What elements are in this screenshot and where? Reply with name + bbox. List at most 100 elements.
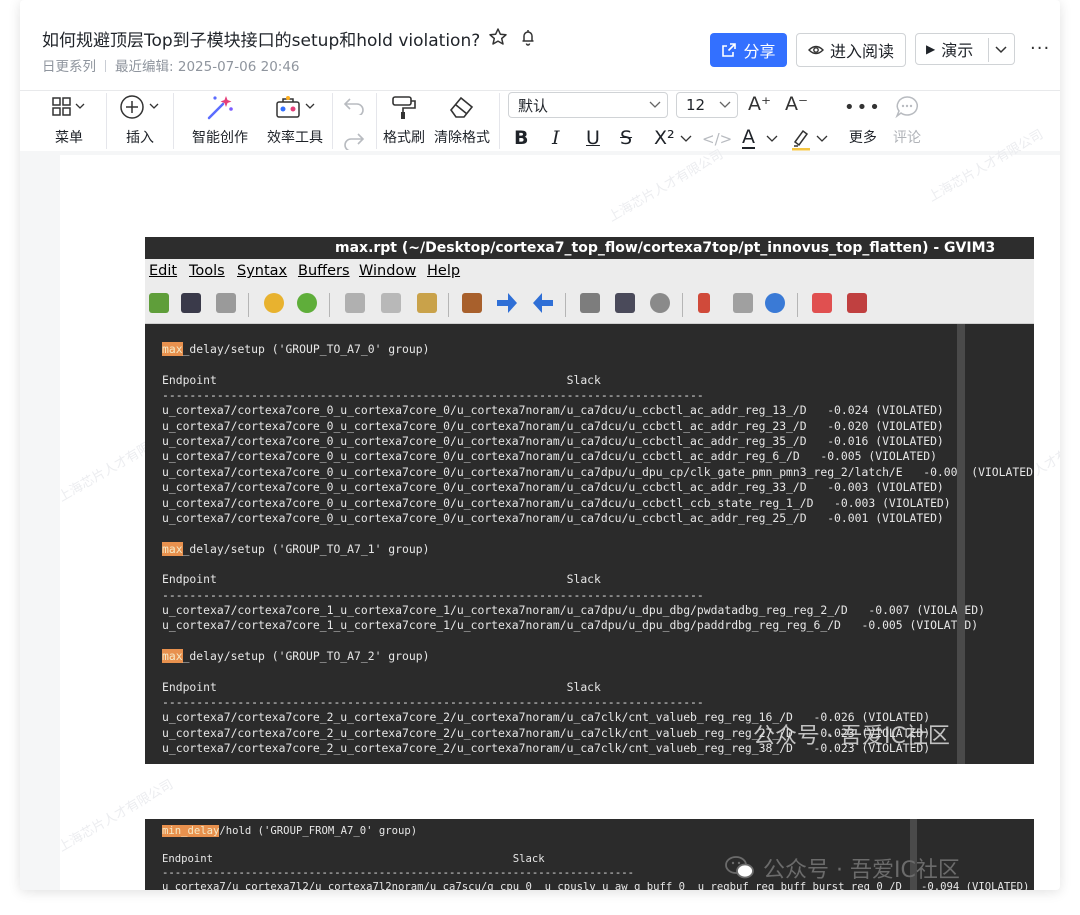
gvim-toolbar-sep (448, 293, 449, 317)
document-window: 如何规避顶层Top到子模块接口的setup和hold violation? 日更… (20, 0, 1060, 890)
search-highlight: min_delay (162, 825, 220, 837)
star-icon[interactable] (488, 27, 508, 47)
search-highlight: max (162, 342, 183, 356)
document-title[interactable]: 如何规避顶层Top到子模块接口的setup和hold violation? (42, 26, 480, 51)
underline-button[interactable]: U (586, 127, 600, 149)
comment-label: 评论 (893, 130, 921, 146)
gvim-find-next-icon (497, 293, 517, 313)
report-line-text: _delay/setup ('GROUP_TO_A7_0' group) (182, 342, 430, 356)
report-line: ----------------------------------------… (162, 388, 704, 403)
chevron-down-icon[interactable] (816, 135, 828, 143)
gvim-toolbar-sep (797, 293, 798, 317)
image-watermark: 公众号 · 吾爱IC社区 (753, 724, 950, 749)
bell-icon[interactable] (518, 27, 538, 47)
efficiency-tools-button[interactable]: 效率工具 (267, 93, 323, 147)
report-line: u_cortexa7/cortexa7core_0_u_cortexa7core… (162, 480, 944, 495)
comment-icon (894, 93, 920, 121)
highlighter-icon[interactable] (790, 127, 812, 151)
report-line: max_delay/setup ('GROUP_TO_A7_0' group) (162, 342, 429, 357)
report-line: max_delay/setup ('GROUP_TO_A7_1' group) (162, 541, 429, 557)
chevron-down-icon[interactable] (680, 135, 692, 143)
grid-menu-icon (52, 93, 86, 121)
more-button[interactable]: ••• 更多 (844, 93, 882, 147)
redo-icon[interactable] (342, 130, 366, 150)
toolbar-divider (173, 93, 174, 149)
read-mode-label: 进入阅读 (829, 42, 894, 61)
gvim-copy-icon (381, 293, 401, 313)
increase-font-button[interactable]: A⁺ (748, 93, 771, 115)
report-line: Endpoint Slack (162, 679, 601, 694)
italic-button[interactable]: I (552, 127, 560, 149)
insert-button[interactable]: 插入 (120, 93, 160, 147)
ai-create-label: 智能创作 (192, 130, 248, 146)
gvim-run-script-icon (650, 293, 670, 313)
format-painter-label: 格式刷 (383, 130, 425, 146)
gvim-shell-icon (733, 293, 753, 313)
gvim-find-icon (462, 293, 482, 313)
read-mode-button[interactable]: 进入阅读 (796, 33, 906, 67)
document-meta: 日更系列 最近编辑: 2025-07-06 20:46 (42, 55, 300, 75)
report-line: u_cortexa7/cortexa7core_0_u_cortexa7core… (162, 403, 944, 418)
menu-label: 菜单 (55, 130, 83, 146)
present-label: 演示 (941, 41, 974, 60)
play-icon: ▶ (926, 42, 936, 56)
eraser-icon (447, 93, 477, 121)
menu-button[interactable]: 菜单 (52, 93, 86, 147)
gvim-save-session-icon (615, 293, 635, 313)
wechat-watermark-text: 公众号 · 吾爱IC社区 (763, 858, 960, 883)
report-line: u_cortexa7/cortexa7core_0_u_cortexa7core… (162, 418, 944, 433)
gvim-menu-edit: Edit (149, 263, 178, 279)
gvim-title: max.rpt (~/Desktop/cortexa7_top_flow/cor… (335, 240, 996, 256)
series-label[interactable]: 日更系列 (42, 59, 96, 75)
gvim-toolbar-sep (248, 293, 249, 317)
more-menu-button[interactable]: ··· (1030, 38, 1050, 59)
more-dots-icon: ••• (844, 96, 882, 118)
gvim-cut-icon (345, 293, 365, 313)
gvim-print-icon (216, 293, 236, 313)
report-line: u_cortexa7/cortexa7core_0_u_cortexa7core… (162, 464, 1034, 479)
bold-button[interactable]: B (514, 127, 528, 149)
gvim-make-icon (698, 293, 710, 313)
strikethrough-button[interactable]: S (620, 127, 632, 149)
font-size-value: 12 (686, 96, 706, 114)
font-color-button[interactable]: A (742, 127, 755, 149)
font-size-select[interactable]: 12 (676, 92, 738, 118)
report-line: Endpoint Slack (162, 853, 545, 865)
report-line: min_delay/hold ('GROUP_FROM_A7_0' group) (162, 824, 417, 839)
ai-create-button[interactable]: 智能创作 (192, 93, 248, 147)
superscript-button[interactable]: X² (654, 127, 675, 149)
comment-button[interactable]: 评论 (893, 93, 921, 147)
font-family-select[interactable]: 默认 (508, 92, 668, 118)
decrease-font-button[interactable]: A⁻ (785, 93, 808, 115)
gvim-screenshot: max.rpt (~/Desktop/cortexa7_top_flow/cor… (145, 237, 1034, 764)
undo-icon[interactable] (342, 95, 366, 115)
chevron-down-icon[interactable] (766, 135, 778, 143)
font-family-value: 默认 (518, 96, 549, 115)
wechat-watermark: 公众号 · 吾爱IC社区 (725, 852, 960, 884)
present-button[interactable]: ▶ 演示 (915, 33, 1015, 65)
efficiency-tools-label: 效率工具 (267, 130, 323, 146)
toolbar-divider (376, 93, 377, 149)
share-button[interactable]: 分享 (710, 33, 787, 67)
gvim-toolbar-sep (565, 293, 566, 317)
more-label: 更多 (848, 130, 877, 146)
gvim-toolbar-sep (329, 293, 330, 317)
gvim-find-help-icon (847, 293, 867, 313)
report-line-text: /hold ('GROUP_FROM_A7_0' group) (219, 825, 418, 837)
report-line: Endpoint Slack (162, 372, 601, 387)
watermark: 上海芯片人才有限公司 (605, 147, 727, 226)
report-line: u_cortexa7/cortexa7core_1_u_cortexa7core… (162, 618, 979, 633)
gvim-paste-icon (417, 293, 437, 313)
report-line: u_cortexa7/cortexa7core_0_u_cortexa7core… (162, 449, 937, 464)
chevron-down-icon[interactable] (994, 44, 1008, 56)
share-label: 分享 (743, 42, 776, 61)
gvim-text-area: max_delay/setup ('GROUP_TO_A7_0' group) E… (145, 324, 1034, 764)
clear-format-button[interactable]: 清除格式 (434, 93, 490, 147)
insert-label: 插入 (126, 130, 154, 146)
chevron-down-icon (649, 101, 661, 108)
report-line: Endpoint Slack (162, 572, 601, 587)
search-highlight: max (162, 649, 183, 663)
watermark: 上海芯片人才有限公司 (925, 127, 1047, 206)
last-edit-time: 2025-07-06 20:46 (177, 59, 300, 75)
format-painter-button[interactable]: 格式刷 (383, 93, 425, 147)
